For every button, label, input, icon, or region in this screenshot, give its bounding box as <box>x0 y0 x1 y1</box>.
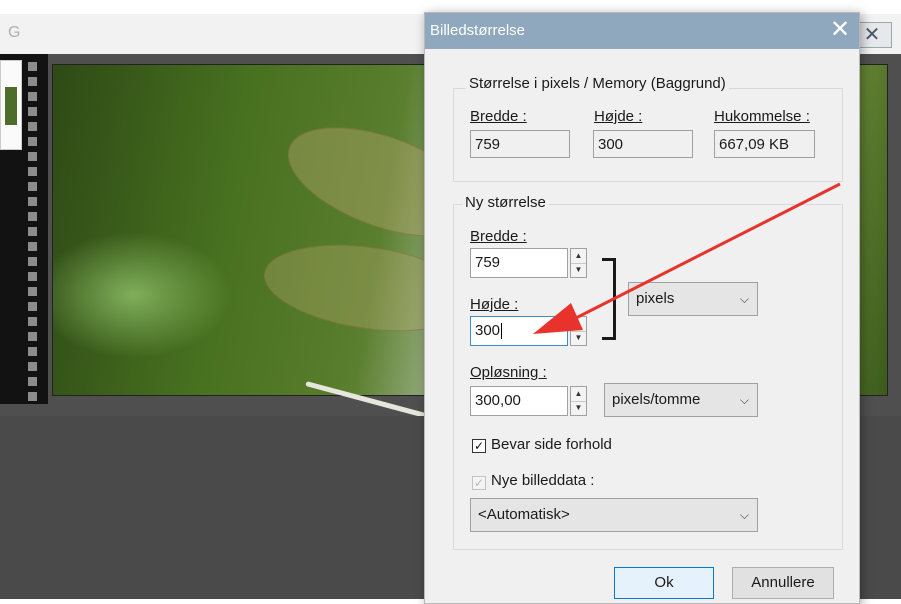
resolution-spinner[interactable]: ▲ ▼ <box>570 386 587 416</box>
resolution-unit-select[interactable]: pixels/tomme ⌵ <box>604 383 758 417</box>
film-perforation <box>28 242 37 251</box>
spin-up-icon[interactable]: ▲ <box>571 387 586 402</box>
spin-down-icon[interactable]: ▼ <box>571 331 586 345</box>
close-icon[interactable]: ✕ <box>825 15 855 45</box>
new-image-data-checkbox: ✓ <box>472 476 486 490</box>
text-caret <box>501 323 503 340</box>
resolution-input[interactable]: 300,00 <box>470 386 568 416</box>
resample-value: <Automatisk> <box>478 506 570 523</box>
chevron-down-icon: ⌵ <box>739 508 749 522</box>
film-perforation <box>28 107 37 116</box>
current-height-label: Højde : <box>594 108 643 125</box>
width-spinner[interactable]: ▲ ▼ <box>570 248 587 278</box>
new-width-input[interactable]: 759 <box>470 248 568 278</box>
film-perforation <box>28 362 37 371</box>
film-perforation <box>28 272 37 281</box>
film-perforation <box>28 62 37 71</box>
size-unit-value: pixels <box>636 290 675 307</box>
new-width-label: Bredde : <box>470 228 527 245</box>
film-perforation <box>28 227 37 236</box>
ok-button[interactable]: Ok <box>614 567 714 599</box>
film-perforation <box>28 182 37 191</box>
film-perforation <box>28 137 37 146</box>
film-perforation <box>28 317 37 326</box>
spin-up-icon[interactable]: ▲ <box>571 317 586 332</box>
film-perforation <box>28 92 37 101</box>
link-bracket <box>602 258 616 340</box>
chevron-down-icon: ⌵ <box>739 393 749 407</box>
cancel-button[interactable]: Annullere <box>732 567 834 599</box>
spin-down-icon[interactable]: ▼ <box>571 401 586 415</box>
check-icon: ✓ <box>473 439 485 453</box>
new-size-group-label: Ny størrelse <box>462 194 549 211</box>
film-perforation <box>28 392 37 401</box>
film-perforation <box>28 302 37 311</box>
check-icon: ✓ <box>473 476 485 490</box>
current-width-label: Bredde : <box>470 108 527 125</box>
size-unit-select[interactable]: pixels ⌵ <box>628 282 758 316</box>
height-spinner[interactable]: ▲ ▼ <box>570 316 587 346</box>
resample-select[interactable]: <Automatisk> ⌵ <box>470 498 758 532</box>
film-perforation <box>28 152 37 161</box>
resolution-label: Opløsning : <box>470 364 547 381</box>
current-width-field: 759 <box>470 130 570 158</box>
film-perforation <box>28 287 37 296</box>
new-height-value: 300 <box>475 322 501 339</box>
film-perforation <box>28 377 37 386</box>
film-perforation <box>28 347 37 356</box>
memory-field: 667,09 KB <box>714 130 815 158</box>
spin-up-icon[interactable]: ▲ <box>571 249 586 264</box>
keep-aspect-checkbox[interactable]: ✓ <box>472 439 486 453</box>
resolution-unit-value: pixels/tomme <box>612 391 701 408</box>
film-perforation <box>28 332 37 341</box>
thumbnail[interactable] <box>0 60 22 150</box>
film-perforation <box>28 122 37 131</box>
new-height-label: Højde : <box>470 296 519 313</box>
new-image-data-label: Nye billeddata : <box>491 472 595 489</box>
new-height-input[interactable]: 300 <box>470 316 568 346</box>
film-perforation <box>28 77 37 86</box>
dialog-title: Billedstørrelse <box>430 22 526 39</box>
spin-down-icon[interactable]: ▼ <box>571 263 586 277</box>
film-perforation <box>28 167 37 176</box>
current-height-field: 300 <box>593 130 693 158</box>
current-size-group-label: Størrelse i pixels / Memory (Baggrund) <box>466 75 729 92</box>
dialog-titlebar: Billedstørrelse ✕ <box>425 13 859 49</box>
film-perforation <box>28 212 37 221</box>
keep-aspect-label[interactable]: Bevar side forhold <box>491 436 612 453</box>
background-title: G <box>8 24 21 41</box>
film-perforation <box>28 257 37 266</box>
film-perforation <box>28 197 37 206</box>
memory-label: Hukommelse : <box>714 108 810 125</box>
chevron-down-icon: ⌵ <box>739 292 749 306</box>
